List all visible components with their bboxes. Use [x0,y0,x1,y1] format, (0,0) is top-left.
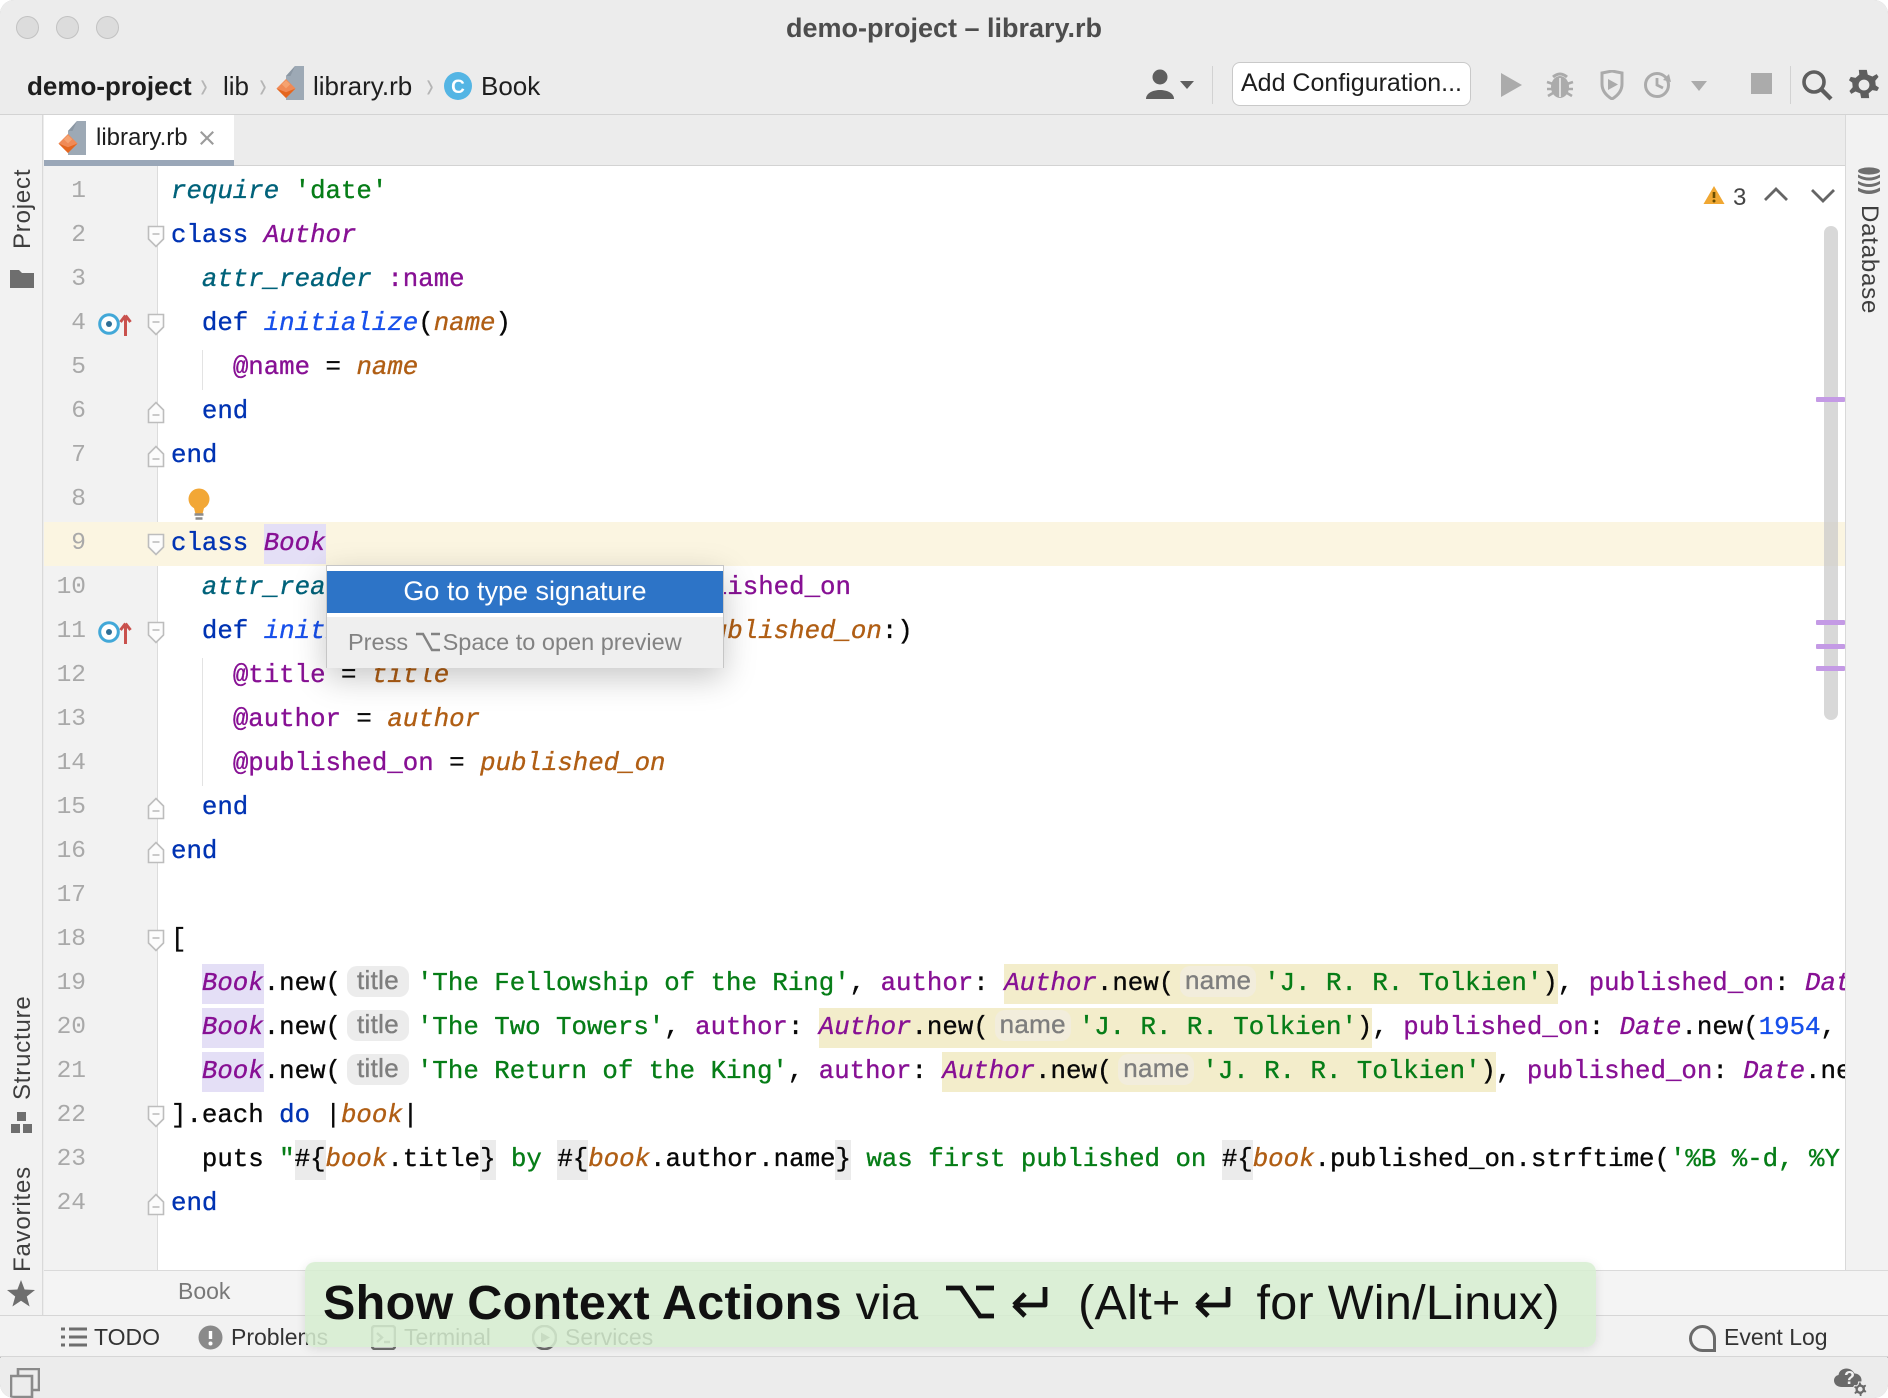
svg-text:3: 3 [1733,184,1746,210]
svg-text:C: C [451,77,465,98]
svg-text:?: ? [1844,1368,1855,1388]
